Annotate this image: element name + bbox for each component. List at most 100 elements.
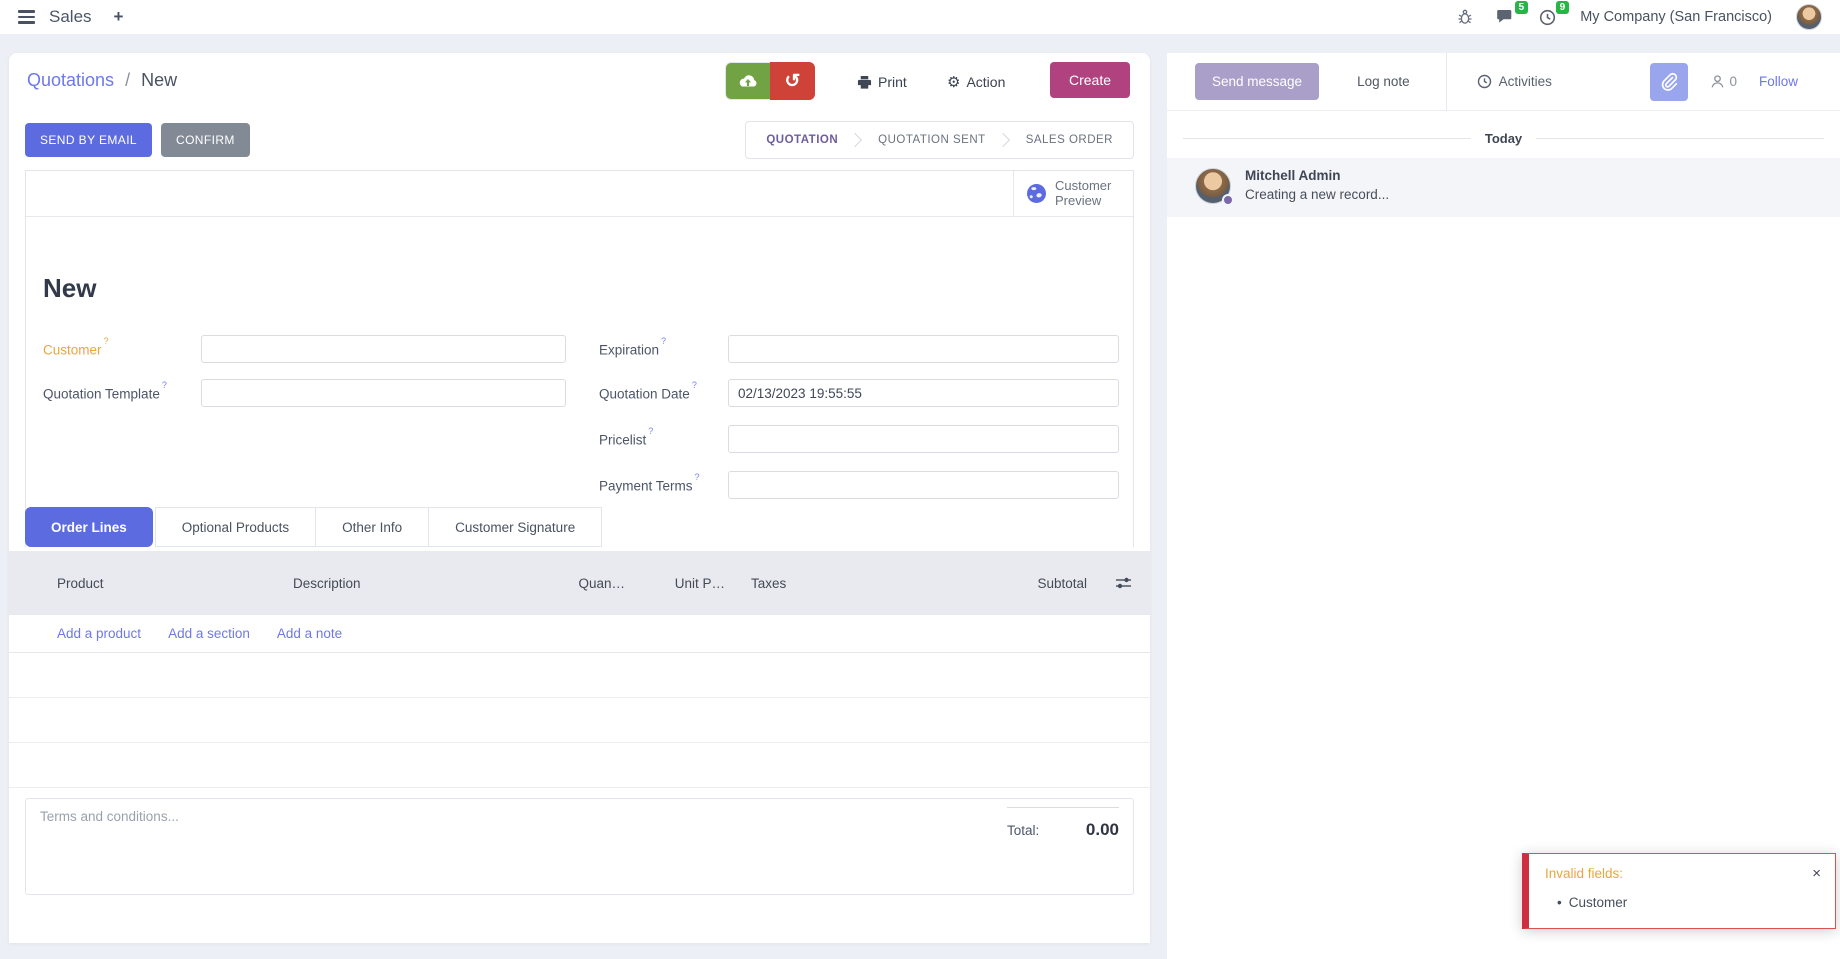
customer-preview-label: Customer Preview [1055, 179, 1119, 208]
new-tab-icon[interactable]: + [114, 7, 124, 27]
empty-list-row [9, 743, 1150, 788]
column-unit-price[interactable]: Unit P… [625, 576, 725, 591]
message-author-name[interactable]: Mitchell Admin [1245, 168, 1389, 183]
sheet-body: New Customer? Quotation Template? Expira… [26, 217, 1133, 548]
chatter-message[interactable]: Mitchell Admin Creating a new record... [1167, 158, 1840, 217]
company-switcher[interactable]: My Company (San Francisco) [1580, 9, 1772, 25]
follow-button[interactable]: Follow [1759, 74, 1798, 89]
stage-quotation[interactable]: QUOTATION [750, 134, 854, 146]
send-message-button[interactable]: Send message [1195, 63, 1319, 100]
column-product[interactable]: Product [57, 576, 293, 591]
globe-icon [1026, 183, 1047, 204]
discard-button[interactable]: ↺ [770, 62, 815, 100]
payment-terms-input[interactable] [728, 471, 1119, 499]
add-a-section-link[interactable]: Add a section [168, 626, 250, 641]
customer-preview-button[interactable]: Customer Preview [1013, 171, 1133, 216]
top-navbar: Sales + 5 9 My Company (San Francisco) [0, 0, 1840, 34]
column-subtotal[interactable]: Subtotal [1037, 576, 1087, 591]
close-icon[interactable]: × [1812, 866, 1821, 881]
tab-customer-signature[interactable]: Customer Signature [429, 507, 602, 547]
bullet-icon: • [1557, 895, 1562, 910]
quotation-template-field-label: Quotation Template? [43, 385, 167, 402]
help-marker-icon: ? [648, 426, 653, 436]
hamburger-menu-icon[interactable] [18, 10, 35, 24]
breadcrumb: Quotations / New [27, 70, 177, 91]
log-note-button[interactable]: Log note [1357, 74, 1410, 89]
print-button[interactable]: Print [857, 74, 907, 90]
messages-count-badge: 5 [1515, 1, 1529, 14]
terms-and-conditions-input[interactable] [40, 809, 600, 824]
record-title: New [43, 273, 96, 304]
quotation-date-input[interactable] [728, 379, 1119, 407]
message-body: Creating a new record... [1245, 187, 1389, 202]
date-divider: Today [1183, 131, 1824, 146]
app-menu-sales[interactable]: Sales [49, 7, 92, 27]
gear-icon: ⚙ [947, 75, 960, 90]
followers-count: 0 [1729, 74, 1737, 89]
column-quantity[interactable]: Quan… [553, 576, 625, 591]
add-a-product-link[interactable]: Add a product [57, 626, 141, 641]
breadcrumb-current: New [141, 70, 177, 90]
customer-field-label: Customer? [43, 341, 109, 358]
help-marker-icon: ? [695, 472, 700, 482]
paperclip-icon [1660, 72, 1678, 92]
invalid-fields-toast: Invalid fields: × •Customer [1522, 853, 1836, 929]
control-panel: Quotations / New ↺ Print ⚙ Action Create [9, 53, 1150, 110]
invalid-field-item: •Customer [1545, 895, 1821, 910]
tab-optional-products[interactable]: Optional Products [155, 507, 316, 547]
tab-other-info[interactable]: Other Info [316, 507, 429, 547]
activities-count-badge: 9 [1556, 1, 1570, 14]
total-label: Total: [1007, 823, 1039, 838]
help-marker-icon: ? [661, 336, 666, 346]
schedule-activity-button[interactable]: Activities [1477, 74, 1552, 89]
optional-columns-icon[interactable] [1115, 575, 1132, 591]
expiration-input[interactable] [728, 335, 1119, 363]
expiration-field-label: Expiration? [599, 341, 666, 358]
clock-icon [1477, 74, 1492, 89]
stage-sales-order[interactable]: SALES ORDER [1010, 134, 1129, 146]
payment-terms-field-label: Payment Terms? [599, 477, 700, 494]
status-bar: SEND BY EMAIL CONFIRM QUOTATION QUOTATIO… [9, 110, 1150, 170]
list-add-links-row: Add a product Add a section Add a note [9, 615, 1150, 653]
user-avatar[interactable] [1796, 4, 1822, 30]
add-a-note-link[interactable]: Add a note [277, 626, 342, 641]
form-view-card: Quotations / New ↺ Print ⚙ Action Create [9, 53, 1150, 943]
pricelist-field-label: Pricelist? [599, 431, 653, 448]
debug-bug-icon[interactable] [1457, 9, 1473, 25]
presence-indicator [1222, 194, 1234, 206]
attach-files-button[interactable] [1650, 63, 1688, 101]
confirm-button[interactable]: CONFIRM [161, 123, 250, 157]
save-cloud-button[interactable] [725, 62, 770, 100]
create-button[interactable]: Create [1050, 62, 1130, 98]
followers-counter[interactable]: 0 [1710, 74, 1737, 89]
breadcrumb-quotations[interactable]: Quotations [27, 70, 114, 90]
pricelist-input[interactable] [728, 425, 1119, 453]
order-lines-header: Product Description Quan… Unit P… Taxes … [9, 551, 1150, 615]
chatter-toolbar: Send message Log note Activities [1167, 53, 1840, 111]
stage-quotation-sent[interactable]: QUOTATION SENT [862, 134, 1002, 146]
send-by-email-button[interactable]: SEND BY EMAIL [25, 123, 152, 157]
activities-clock-icon[interactable]: 9 [1539, 9, 1556, 26]
help-marker-icon: ? [692, 380, 697, 390]
form-sheet: Customer Preview New Customer? Quotation… [25, 170, 1134, 547]
action-label: Action [966, 74, 1005, 90]
cloud-upload-icon [738, 74, 758, 89]
toolbar-divider [1446, 53, 1447, 110]
sheet-header-strip: Customer Preview [26, 171, 1133, 217]
customer-input[interactable] [201, 335, 566, 363]
empty-list-row [9, 653, 1150, 698]
tab-order-lines[interactable]: Order Lines [25, 507, 153, 547]
chatter-panel: Send message Log note Activities [1167, 53, 1840, 959]
quotation-template-input[interactable] [201, 379, 566, 407]
activities-label: Activities [1499, 74, 1552, 89]
print-label: Print [878, 74, 907, 90]
column-description[interactable]: Description [293, 576, 553, 591]
date-divider-label: Today [1485, 131, 1522, 146]
messages-icon[interactable]: 5 [1497, 9, 1515, 25]
help-marker-icon: ? [104, 336, 109, 346]
help-marker-icon: ? [162, 380, 167, 390]
breadcrumb-separator: / [125, 70, 130, 90]
total-value: 0.00 [1086, 820, 1119, 840]
action-menu-button[interactable]: ⚙ Action [947, 74, 1005, 90]
column-taxes[interactable]: Taxes [751, 576, 786, 591]
